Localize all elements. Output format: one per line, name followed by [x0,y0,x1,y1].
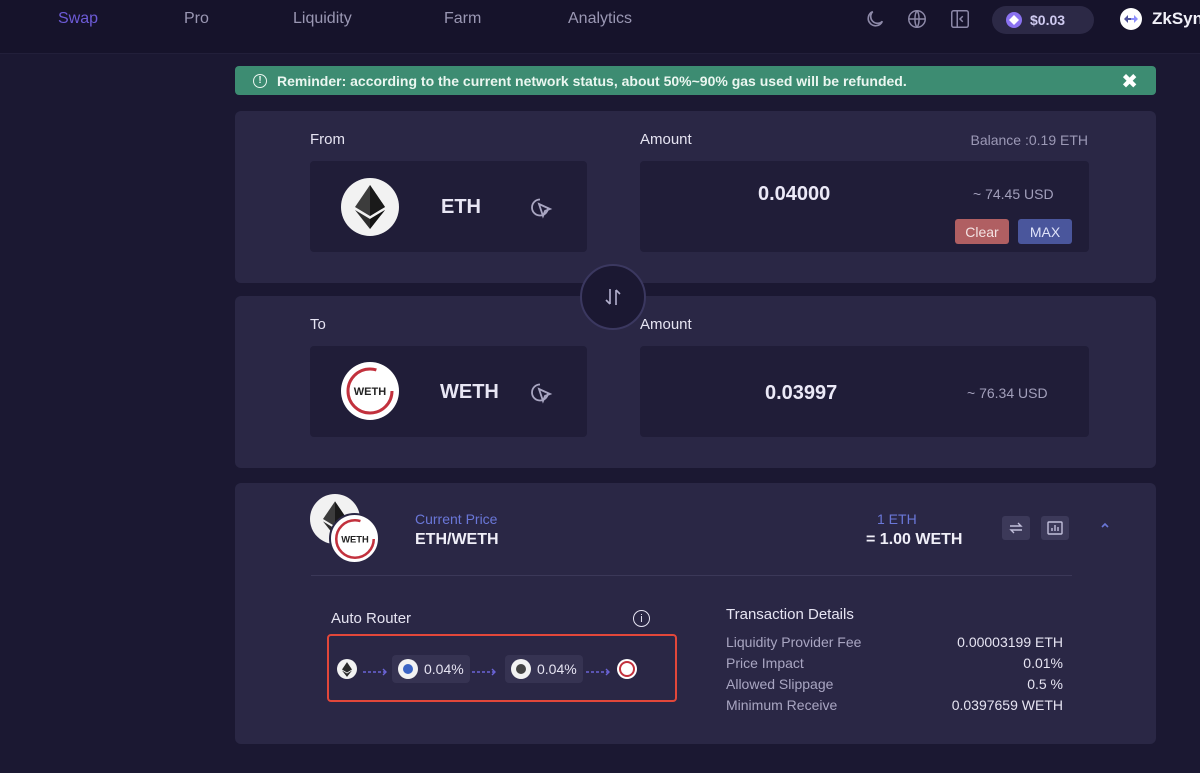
eth-logo-icon [341,178,399,236]
pool-fee-1: 0.04% [424,661,464,677]
bar-chart-icon [1047,521,1063,535]
eth-logo-icon [337,659,357,679]
from-label: From [310,131,345,148]
auto-router-title: Auto Router [331,610,412,627]
rate-quote: = 1.00 WETH [866,531,963,548]
from-amount-input[interactable]: 0.04000 [758,183,830,206]
collapse-panel-icon[interactable] [947,6,973,32]
clear-button[interactable]: Clear [955,219,1009,244]
minimum-receive-label: Minimum Receive [726,697,838,713]
from-token-name: ETH [441,196,481,218]
to-usd-value: ~ 76.34 USD [967,385,1048,401]
nav-analytics[interactable]: Analytics [568,10,632,28]
globe-icon[interactable] [904,6,930,32]
slippage-label: Allowed Slippage [726,676,834,692]
route-pool-1: 0.04% [392,655,470,683]
pool-fee-2: 0.04% [537,661,577,677]
lp-fee-value: 0.00003199 ETH [957,634,1063,650]
weth-logo-text: WETH [354,386,386,398]
close-icon[interactable]: ✖ [1121,69,1138,94]
chevron-up-icon[interactable] [1099,518,1111,534]
minimum-receive-value: 0.0397659 WETH [951,697,1063,713]
max-button[interactable]: MAX [1018,219,1072,244]
reminder-text: Reminder: according to the current netwo… [277,72,907,89]
to-amount-value: 0.03997 [765,382,838,404]
network-name: ZkSyn [1152,9,1200,28]
pool-coin-icon [398,659,418,679]
swap-arrows-icon [605,289,621,305]
balance-text: Balance :0.19 ETH [970,132,1088,148]
to-token-name: WETH [440,381,499,403]
select-token-icon[interactable] [528,380,554,406]
route-arrow-icon [472,664,498,676]
route-arrow-icon [586,664,612,676]
from-usd-value: ~ 74.45 USD [973,186,1054,202]
nav-pro[interactable]: Pro [184,10,209,28]
token-price-pill[interactable]: $0.03 [992,6,1094,34]
current-price-label: Current Price [415,511,498,527]
route-pool-2: 0.04% [505,655,583,683]
rate-base: 1 ETH [877,511,917,527]
weth-logo-icon [617,659,637,679]
nav-swap[interactable]: Swap [58,10,98,28]
transaction-details-title: Transaction Details [726,606,854,623]
current-price-pair: ETH/WETH [415,531,499,548]
pool-coin-icon [511,659,531,679]
nav-farm[interactable]: Farm [444,10,481,28]
chart-button[interactable] [1041,516,1069,540]
weth-logo-icon: WETH [341,362,399,420]
gas-refund-reminder: ! Reminder: according to the current net… [235,66,1156,95]
weth-logo-text: WETH [341,534,369,544]
moon-icon[interactable] [862,6,888,32]
price-impact-label: Price Impact [726,655,804,671]
info-icon: ! [253,73,267,88]
from-amount-label: Amount [640,131,692,148]
info-icon[interactable]: i [633,610,650,627]
network-button[interactable]: ZkSyn [1120,8,1200,30]
zksync-logo-icon [1120,8,1142,30]
switch-direction-button[interactable] [580,264,646,330]
price-impact-value: 0.01% [1023,655,1063,671]
to-label: To [310,316,326,333]
route-arrow-icon [363,664,389,676]
weth-logo-icon: WETH [329,513,380,564]
token-price-value: $0.03 [1030,12,1066,28]
nav-liquidity[interactable]: Liquidity [293,10,352,28]
top-nav: Swap Pro Liquidity Farm Analytics $0.03 … [0,0,1200,54]
invert-price-button[interactable] [1002,516,1030,540]
token-gem-icon [1006,12,1022,28]
select-token-icon[interactable] [528,195,554,221]
to-amount-label: Amount [640,316,692,333]
divider [311,575,1072,576]
slippage-value: 0.5 % [1027,676,1063,692]
lp-fee-label: Liquidity Provider Fee [726,634,862,650]
invert-icon [1009,522,1023,534]
